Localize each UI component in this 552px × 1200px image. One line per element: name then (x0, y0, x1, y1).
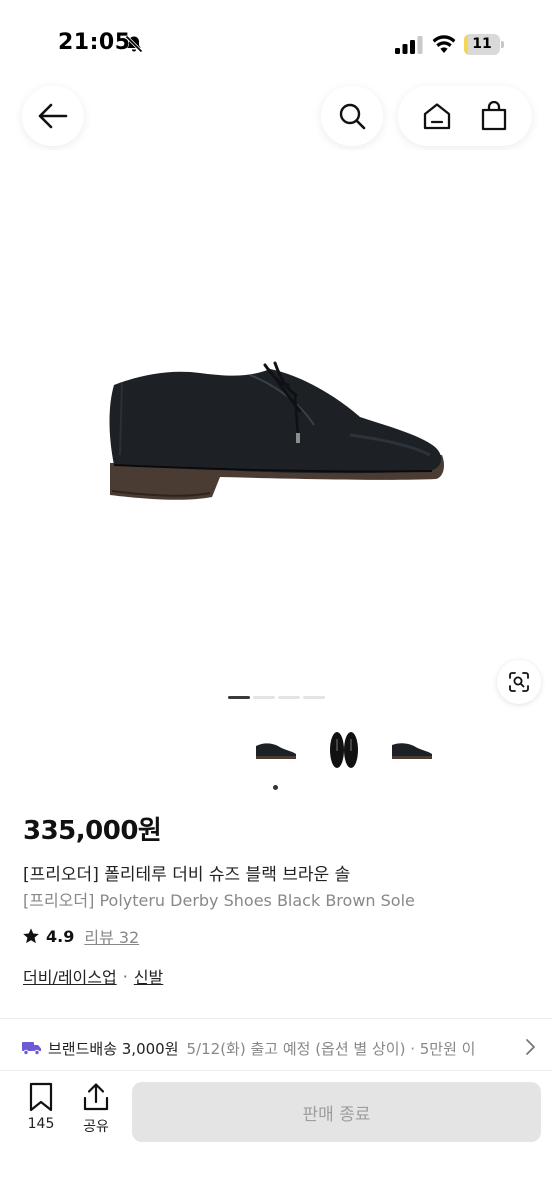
pager-segment (278, 696, 300, 699)
pager-segment (303, 696, 325, 699)
shipping-info-row[interactable]: 브랜드배송 3,000원 5/12(화) 출고 예정 (옵션 별 상이) · 5… (22, 1036, 542, 1060)
sold-out-button[interactable]: 판매 종료 (132, 1082, 541, 1142)
product-title-korean: [프리오더] 폴리테루 더비 슈즈 블랙 브라운 솔 (23, 865, 351, 885)
rating-row: 4.9 리뷰 32 (22, 924, 139, 948)
shoe-image (109, 361, 444, 500)
wifi-icon (432, 35, 456, 53)
share-label: 공유 (83, 1119, 109, 1135)
divider (0, 1018, 552, 1019)
share-icon (83, 1083, 109, 1111)
product-image[interactable] (0, 150, 552, 710)
category-breadcrumb: 더비/레이스업 · 신발 (23, 964, 163, 988)
divider (0, 1070, 552, 1071)
battery-indicator: 11 (464, 34, 504, 55)
shoe-thumbnail (256, 743, 296, 759)
back-button[interactable] (22, 86, 84, 146)
image-pager (228, 696, 325, 699)
status-bar: 21:05 11 (0, 0, 552, 90)
search-button[interactable] (321, 86, 383, 146)
star-icon (23, 928, 39, 944)
lens-icon (509, 672, 529, 692)
thumbnail-indicator (273, 785, 278, 790)
pager-segment (253, 696, 275, 699)
thumbnail-strip (248, 728, 448, 774)
home-cart-group (398, 86, 532, 146)
bookmark-icon (29, 1082, 53, 1112)
cart-button[interactable] (480, 101, 508, 131)
shoe-pair-thumbnail (330, 732, 358, 768)
thumbnail-shoe-pair[interactable] (316, 728, 372, 772)
category-link-primary[interactable]: 더비/레이스업 (23, 964, 117, 988)
shopping-bag-icon (481, 101, 507, 131)
category-separator: · (122, 966, 128, 986)
status-time: 21:05 (58, 30, 131, 55)
signal-icon (395, 36, 423, 54)
visual-search-button[interactable] (497, 660, 541, 704)
bell-off-icon (125, 35, 143, 53)
home-button[interactable] (422, 102, 452, 130)
chevron-right-icon (518, 1038, 536, 1060)
bookmark-count: 145 (27, 1116, 55, 1132)
bookmark-button[interactable]: 145 (16, 1082, 66, 1132)
share-button[interactable]: 공유 (71, 1082, 121, 1136)
product-price: 335,000원 (23, 816, 162, 846)
shipping-date: 5/12(화) 출고 예정 (옵션 별 상이) · 5만원 이 (186, 1039, 476, 1058)
battery-level: 11 (472, 36, 492, 52)
search-icon (339, 103, 366, 130)
truck-icon (22, 1042, 41, 1056)
rating-score: 4.9 (46, 926, 75, 946)
pager-segment (228, 696, 250, 699)
home-icon (423, 103, 451, 130)
shipping-fee: 브랜드배송 3,000원 (48, 1039, 179, 1058)
category-link-secondary[interactable]: 신발 (134, 964, 163, 988)
thumbnail-shoe-side-right[interactable] (384, 728, 440, 772)
arrow-left-icon (38, 103, 68, 129)
thumbnail-shoe-side[interactable] (248, 728, 304, 772)
product-title-english: [프리오더] Polyteru Derby Shoes Black Brown … (23, 891, 415, 910)
shoe-thumbnail (392, 743, 432, 759)
review-link[interactable]: 리뷰 32 (84, 924, 139, 948)
